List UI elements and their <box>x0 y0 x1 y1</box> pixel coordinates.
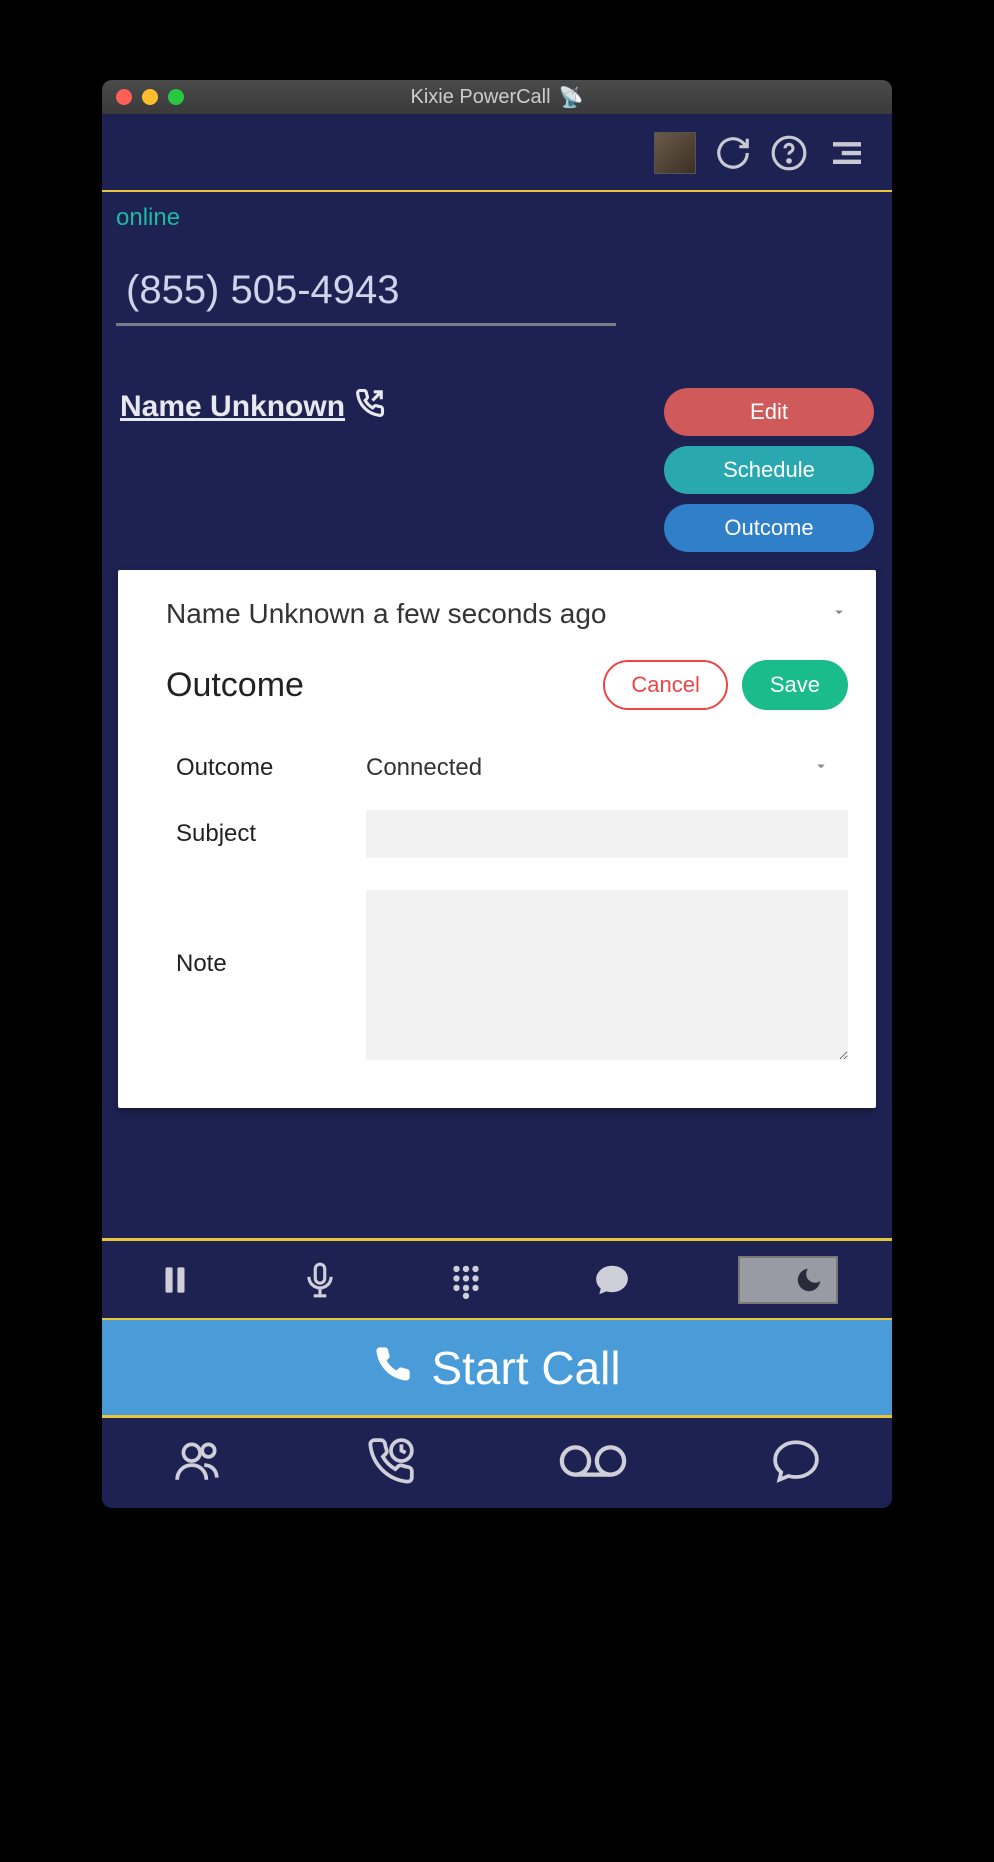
messages-nav[interactable] <box>771 1436 821 1491</box>
start-call-button[interactable]: Start Call <box>102 1318 892 1418</box>
call-toolbar <box>102 1238 892 1318</box>
contact-name-link[interactable]: Name Unknown <box>120 388 385 426</box>
help-button[interactable] <box>770 134 808 172</box>
phone-icon <box>373 1341 413 1395</box>
app-header <box>102 114 892 184</box>
avatar[interactable] <box>654 132 696 174</box>
chevron-down-icon <box>812 754 830 782</box>
call-history-nav[interactable] <box>366 1436 416 1491</box>
contacts-nav[interactable] <box>173 1436 223 1491</box>
outcome-card: Name Unknown a few seconds ago Outcome C… <box>118 570 876 1108</box>
contact-name-label: Name Unknown <box>120 390 345 424</box>
chat-button[interactable] <box>593 1261 631 1299</box>
collapse-icon[interactable] <box>830 603 848 626</box>
status-text: online <box>116 204 180 231</box>
card-header-text: Name Unknown a few seconds ago <box>166 598 606 630</box>
edit-button[interactable]: Edit <box>664 388 874 436</box>
card-title: Outcome <box>166 666 304 705</box>
outcome-label: Outcome <box>176 754 346 782</box>
note-textarea[interactable] <box>366 890 848 1060</box>
voicemail-nav[interactable] <box>558 1436 628 1491</box>
bottom-nav <box>102 1418 892 1508</box>
window-minimize-button[interactable] <box>142 89 158 105</box>
outcome-button[interactable]: Outcome <box>664 504 874 552</box>
outcome-value: Connected <box>366 754 482 782</box>
cancel-button[interactable]: Cancel <box>603 660 727 710</box>
note-label: Note <box>176 890 346 978</box>
titlebar: Kixie PowerCall 📡 <box>102 80 892 114</box>
menu-button[interactable] <box>826 132 868 174</box>
spacer <box>102 1108 892 1238</box>
start-call-label: Start Call <box>431 1341 620 1395</box>
satellite-icon: 📡 <box>559 85 584 110</box>
mute-button[interactable] <box>301 1261 339 1299</box>
app-window: Kixie PowerCall 📡 online Name Unknown Ed… <box>102 80 892 1508</box>
subject-input[interactable] <box>366 810 848 858</box>
phone-input[interactable] <box>116 262 616 326</box>
mode-toggle[interactable] <box>738 1256 838 1304</box>
outbound-call-icon <box>355 388 385 426</box>
pause-button[interactable] <box>156 1261 194 1299</box>
schedule-button[interactable]: Schedule <box>664 446 874 494</box>
keypad-button[interactable] <box>447 1261 485 1299</box>
subject-label: Subject <box>176 820 346 848</box>
window-close-button[interactable] <box>116 89 132 105</box>
outcome-dropdown[interactable]: Connected <box>366 754 848 782</box>
refresh-button[interactable] <box>714 134 752 172</box>
window-maximize-button[interactable] <box>168 89 184 105</box>
window-title: Kixie PowerCall <box>411 86 551 109</box>
save-button[interactable]: Save <box>742 660 848 710</box>
